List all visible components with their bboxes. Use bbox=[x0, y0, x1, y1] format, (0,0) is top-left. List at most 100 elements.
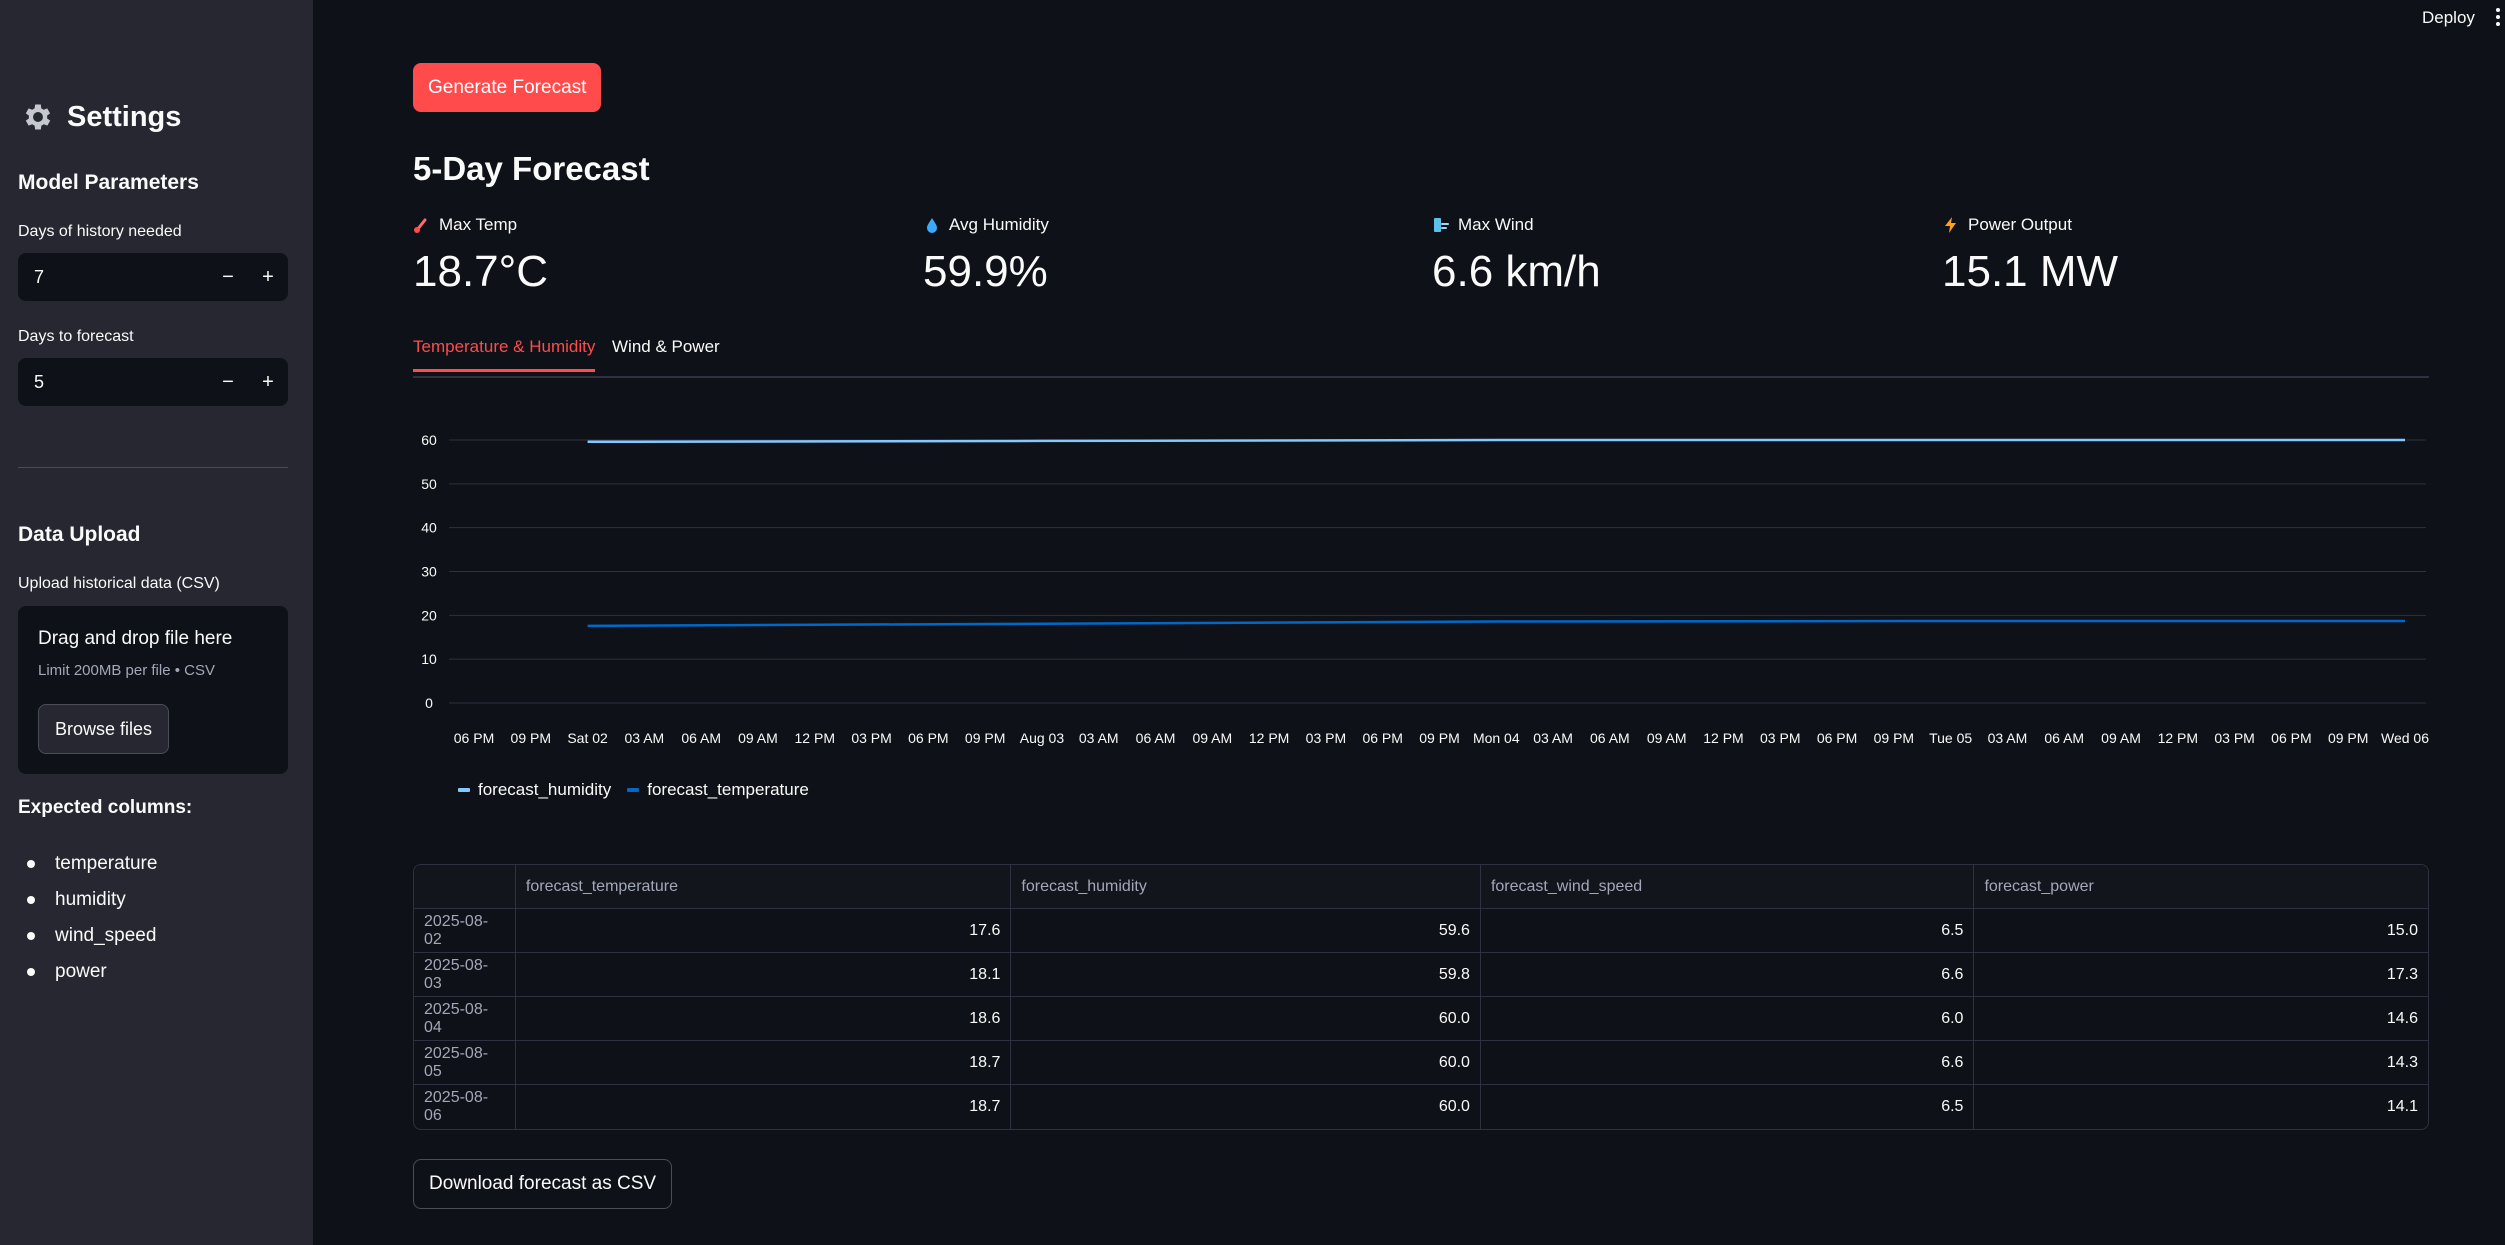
legend-label: forecast_humidity bbox=[478, 780, 612, 799]
history-days-stepper: 7 − + bbox=[18, 253, 288, 301]
table-header-row: forecast_temperature forecast_humidity f… bbox=[414, 865, 2428, 909]
x-tick-label: 12 PM bbox=[2158, 730, 2198, 746]
x-tick-label: 03 PM bbox=[2214, 730, 2254, 746]
x-tick-label: 06 PM bbox=[1817, 730, 1857, 746]
file-dropzone[interactable]: Drag and drop file here Limit 200MB per … bbox=[18, 606, 288, 774]
x-tick-label: 06 PM bbox=[454, 730, 494, 746]
table-cell[interactable]: 15.0 bbox=[1974, 909, 2428, 952]
forecast-days-decrement-button[interactable]: − bbox=[208, 358, 248, 406]
table-cell[interactable]: 17.6 bbox=[516, 909, 1012, 952]
y-tick-label: 50 bbox=[421, 476, 437, 492]
table-cell[interactable]: 18.6 bbox=[516, 997, 1012, 1040]
table-cell[interactable]: 6.0 bbox=[1481, 997, 1975, 1040]
dropzone-limit: Limit 200MB per file • CSV bbox=[38, 662, 215, 679]
forecast-days-increment-button[interactable]: + bbox=[248, 358, 288, 406]
table-index-cell[interactable]: 2025-08-06 bbox=[414, 1085, 516, 1129]
metric-power-output: Power Output 15.1 MW bbox=[1942, 215, 2118, 297]
x-tick-label: 12 PM bbox=[795, 730, 835, 746]
thermometer-icon bbox=[414, 218, 427, 233]
history-days-input[interactable]: 7 bbox=[18, 267, 208, 288]
table-cell[interactable]: 59.6 bbox=[1011, 909, 1481, 952]
series-line-forecast_humidity[interactable] bbox=[587, 438, 2405, 444]
forecast-table: forecast_temperature forecast_humidity f… bbox=[413, 864, 2429, 1130]
table-header-cell[interactable]: forecast_humidity bbox=[1011, 865, 1481, 908]
x-tick-label: 03 AM bbox=[1079, 730, 1119, 746]
table-cell[interactable]: 18.7 bbox=[516, 1041, 1012, 1084]
series-line-forecast_temperature[interactable] bbox=[587, 619, 2405, 628]
table-header-cell[interactable]: forecast_power bbox=[1974, 865, 2428, 908]
table-cell[interactable]: 18.1 bbox=[516, 953, 1012, 996]
table-header-cell[interactable] bbox=[414, 865, 516, 908]
forecast-days-input[interactable]: 5 bbox=[18, 372, 208, 393]
bullet-icon bbox=[27, 932, 35, 940]
expected-column: wind_speed bbox=[55, 925, 157, 946]
table-cell[interactable]: 6.5 bbox=[1481, 1085, 1975, 1129]
x-tick-label: 06 PM bbox=[2271, 730, 2311, 746]
table-cell[interactable]: 6.5 bbox=[1481, 909, 1975, 952]
table-cell[interactable]: 60.0 bbox=[1011, 1085, 1481, 1129]
table-header-cell[interactable]: forecast_temperature bbox=[515, 865, 1012, 908]
x-tick-label: Aug 03 bbox=[1020, 730, 1065, 746]
history-days-decrement-button[interactable]: − bbox=[208, 253, 248, 301]
list-item: temperature bbox=[18, 846, 157, 882]
y-tick-label: 0 bbox=[425, 695, 433, 711]
history-days-increment-button[interactable]: + bbox=[248, 253, 288, 301]
gear-icon bbox=[25, 104, 51, 130]
list-item: wind_speed bbox=[18, 918, 157, 954]
table-cell[interactable]: 59.8 bbox=[1011, 953, 1481, 996]
y-tick-label: 60 bbox=[421, 432, 437, 448]
y-tick-label: 10 bbox=[421, 651, 437, 667]
browse-files-button[interactable]: Browse files bbox=[38, 704, 170, 754]
x-tick-label: 03 PM bbox=[1760, 730, 1800, 746]
expected-column: power bbox=[55, 961, 107, 982]
table-index-cell[interactable]: 2025-08-04 bbox=[414, 997, 516, 1040]
table-cell[interactable]: 6.6 bbox=[1481, 1041, 1975, 1084]
expected-column: temperature bbox=[55, 853, 158, 874]
x-tick-label: 06 PM bbox=[1362, 730, 1402, 746]
legend-label: forecast_temperature bbox=[647, 780, 809, 799]
sidebar: Settings Model Parameters Days of histor… bbox=[0, 0, 313, 1245]
x-tick-label: Mon 04 bbox=[1473, 730, 1520, 746]
table-cell[interactable]: 14.3 bbox=[1974, 1041, 2428, 1084]
metric-value: 18.7°C bbox=[413, 247, 549, 296]
more-menu-icon[interactable] bbox=[2494, 6, 2502, 28]
generate-forecast-button[interactable]: Generate Forecast bbox=[413, 63, 602, 112]
download-csv-button[interactable]: Download forecast as CSV bbox=[413, 1159, 673, 1209]
x-tick-label: 03 PM bbox=[1306, 730, 1346, 746]
table-index-cell[interactable]: 2025-08-02 bbox=[414, 909, 516, 952]
table-cell[interactable]: 6.6 bbox=[1481, 953, 1975, 996]
table-cell[interactable]: 14.6 bbox=[1974, 997, 2428, 1040]
legend-item-humidity[interactable]: forecast_humidity bbox=[458, 780, 611, 800]
y-tick-label: 20 bbox=[421, 607, 437, 623]
metric-avg-humidity: Avg Humidity 59.9% bbox=[923, 215, 1049, 297]
tab-bar: Temperature & Humidity Wind & Power bbox=[413, 335, 2429, 378]
table-cell[interactable]: 17.3 bbox=[1974, 953, 2428, 996]
x-tick-label: 03 AM bbox=[1988, 730, 2028, 746]
wind-icon bbox=[1434, 218, 1449, 232]
table-cell[interactable]: 18.7 bbox=[516, 1085, 1012, 1129]
x-tick-label: 09 PM bbox=[511, 730, 551, 746]
table-cell[interactable]: 60.0 bbox=[1011, 997, 1481, 1040]
expected-column: humidity bbox=[55, 889, 126, 910]
sidebar-divider bbox=[18, 467, 288, 468]
legend-swatch bbox=[627, 788, 640, 792]
deploy-button[interactable]: Deploy bbox=[2422, 8, 2475, 28]
forecast-days-stepper: 5 − + bbox=[18, 358, 288, 406]
table-header-cell[interactable]: forecast_wind_speed bbox=[1480, 865, 1975, 908]
table-index-cell[interactable]: 2025-08-03 bbox=[414, 953, 516, 996]
upload-label: Upload historical data (CSV) bbox=[18, 575, 220, 592]
x-tick-label: 03 PM bbox=[851, 730, 891, 746]
tab-temperature-humidity[interactable]: Temperature & Humidity bbox=[413, 337, 596, 372]
metric-label: Max Wind bbox=[1458, 215, 1534, 234]
x-tick-label: 06 AM bbox=[681, 730, 721, 746]
table-cell[interactable]: 60.0 bbox=[1011, 1041, 1481, 1084]
table-cell[interactable]: 14.1 bbox=[1974, 1085, 2428, 1129]
x-tick-label: 09 PM bbox=[1874, 730, 1914, 746]
metric-max-wind: Max Wind 6.6 km/h bbox=[1432, 215, 1601, 297]
x-tick-label: 12 PM bbox=[1249, 730, 1289, 746]
table-index-cell[interactable]: 2025-08-05 bbox=[414, 1041, 516, 1084]
lightning-icon bbox=[1945, 217, 1956, 233]
tab-wind-power[interactable]: Wind & Power bbox=[612, 337, 720, 369]
x-tick-label: 03 AM bbox=[1533, 730, 1573, 746]
legend-item-temperature[interactable]: forecast_temperature bbox=[627, 780, 809, 800]
